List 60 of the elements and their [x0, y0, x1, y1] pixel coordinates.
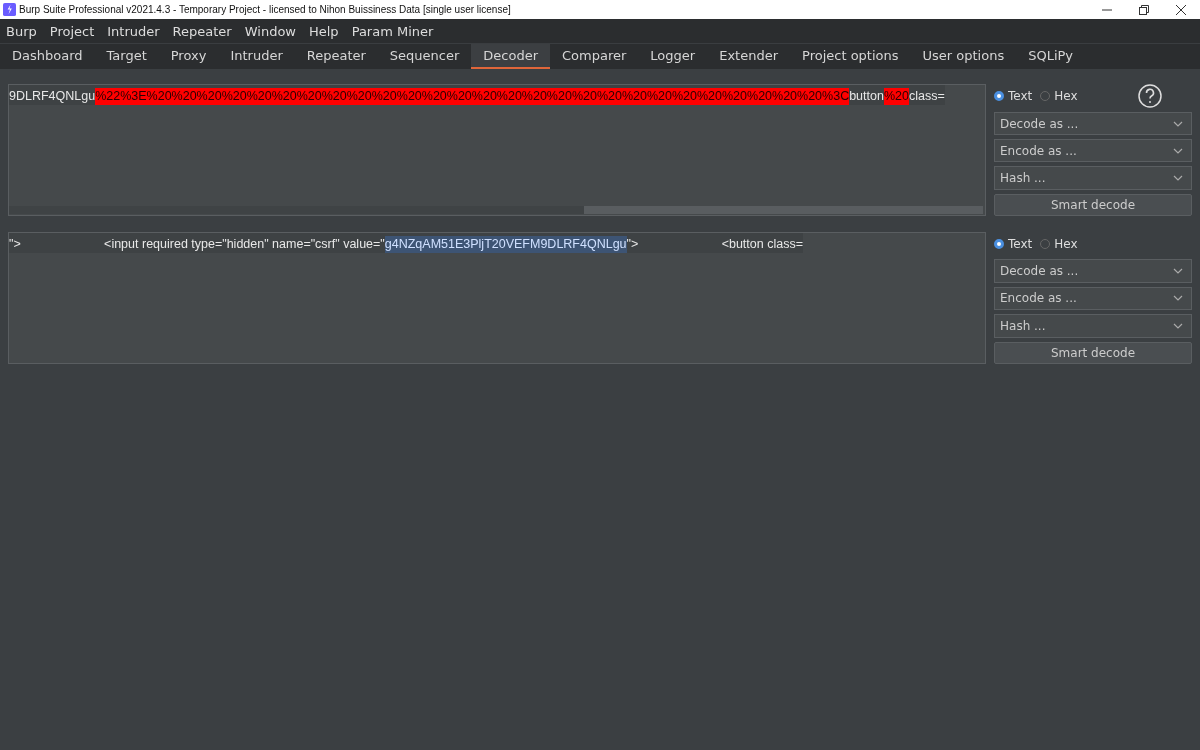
tab[interactable]: Extender	[707, 44, 791, 69]
radio-label: Hex	[1054, 89, 1078, 103]
menu-item[interactable]: Help	[309, 23, 339, 39]
tab[interactable]: User options	[910, 44, 1017, 69]
dropdown[interactable]: Hash ...	[994, 314, 1192, 338]
dropdown[interactable]: Decode as ...	[994, 112, 1192, 136]
highlighted-text: %20	[883, 88, 909, 105]
tab[interactable]: Decoder	[471, 44, 551, 69]
menu-item[interactable]: Window	[244, 23, 296, 39]
tab[interactable]: Comparer	[550, 44, 639, 69]
radio-label: Text	[1008, 236, 1033, 251]
radio-option[interactable]: Text	[994, 236, 1033, 251]
radio-label: Text	[1008, 89, 1033, 103]
radio-option[interactable]: Text	[994, 89, 1033, 103]
selected-text: g4NZqAM51E3PljT20VEFM9DLRF4QNLgu	[384, 236, 627, 253]
tab[interactable]: SQLiPy	[1016, 44, 1086, 69]
tab[interactable]: Sequencer	[377, 44, 472, 69]
dropdown[interactable]: Encode as ...	[994, 139, 1192, 163]
highlighted-text: %22%3E%20%20%20%20%20%20%20%20%20%20%20%20%20%20%20%20%20%20%20%20%20%20%20%20%20%20%20%3C	[95, 88, 850, 105]
smart-decode-button[interactable]: Smart decode	[994, 193, 1192, 216]
tab[interactable]: Proxy	[158, 44, 219, 69]
dropdown[interactable]: Decode as ...	[994, 259, 1192, 283]
chevron-icon	[1173, 322, 1183, 329]
menu-item[interactable]: Repeater	[172, 23, 232, 39]
editor-text: "> <button class=	[626, 236, 803, 253]
radio-button[interactable]	[1040, 238, 1051, 249]
chevron-icon	[1173, 120, 1183, 127]
menu-item[interactable]: Burp	[6, 23, 37, 39]
radio-button[interactable]	[1040, 91, 1051, 101]
radio-option[interactable]: Hex	[1040, 89, 1078, 103]
horizontal-scrollbar[interactable]	[9, 206, 983, 214]
close-icon[interactable]	[1176, 4, 1186, 15]
radio-button[interactable]	[994, 238, 1004, 249]
dropdown[interactable]: Encode as ...	[994, 286, 1192, 311]
scrollbar-thumb[interactable]	[583, 206, 983, 214]
chevron-icon	[1173, 147, 1183, 154]
radio-option[interactable]: Hex	[1040, 236, 1078, 251]
tab[interactable]: Project options	[790, 44, 911, 69]
help-icon[interactable]	[1138, 84, 1162, 108]
editor-text: button	[849, 88, 884, 105]
text-editor[interactable]: "> <input required type="hidden" name="csrf" value="g4NZqAM51E3PljT20VEFM9DLRF4QNLgu"> <button class=	[8, 232, 986, 364]
menu-item[interactable]: Project	[49, 23, 95, 39]
tab[interactable]: Logger	[638, 44, 708, 69]
tab[interactable]: Target	[94, 44, 159, 69]
restore-icon[interactable]	[1139, 4, 1149, 15]
smart-decode-button[interactable]: Smart decode	[994, 341, 1192, 364]
chevron-icon	[1173, 295, 1183, 302]
radio-button[interactable]	[994, 91, 1004, 101]
tab[interactable]: Repeater	[294, 44, 378, 69]
tab[interactable]: Dashboard	[0, 44, 95, 69]
window-title: Burp Suite Professional v2021.4.3 - Temporary Project - licensed to Nihon Buissiness Data [single user license]	[19, 4, 511, 15]
tab[interactable]: Intruder	[218, 44, 295, 69]
menu-item[interactable]: Intruder	[107, 23, 160, 39]
chevron-icon	[1173, 268, 1183, 275]
editor-text: "> <input required type="hidden" name="csrf" value="	[9, 236, 385, 253]
dropdown[interactable]: Hash ...	[994, 166, 1192, 190]
radio-label: Hex	[1054, 236, 1078, 251]
chevron-icon	[1173, 175, 1183, 182]
menu-item[interactable]: Param Miner	[351, 23, 434, 39]
app-logo-icon	[3, 3, 16, 16]
